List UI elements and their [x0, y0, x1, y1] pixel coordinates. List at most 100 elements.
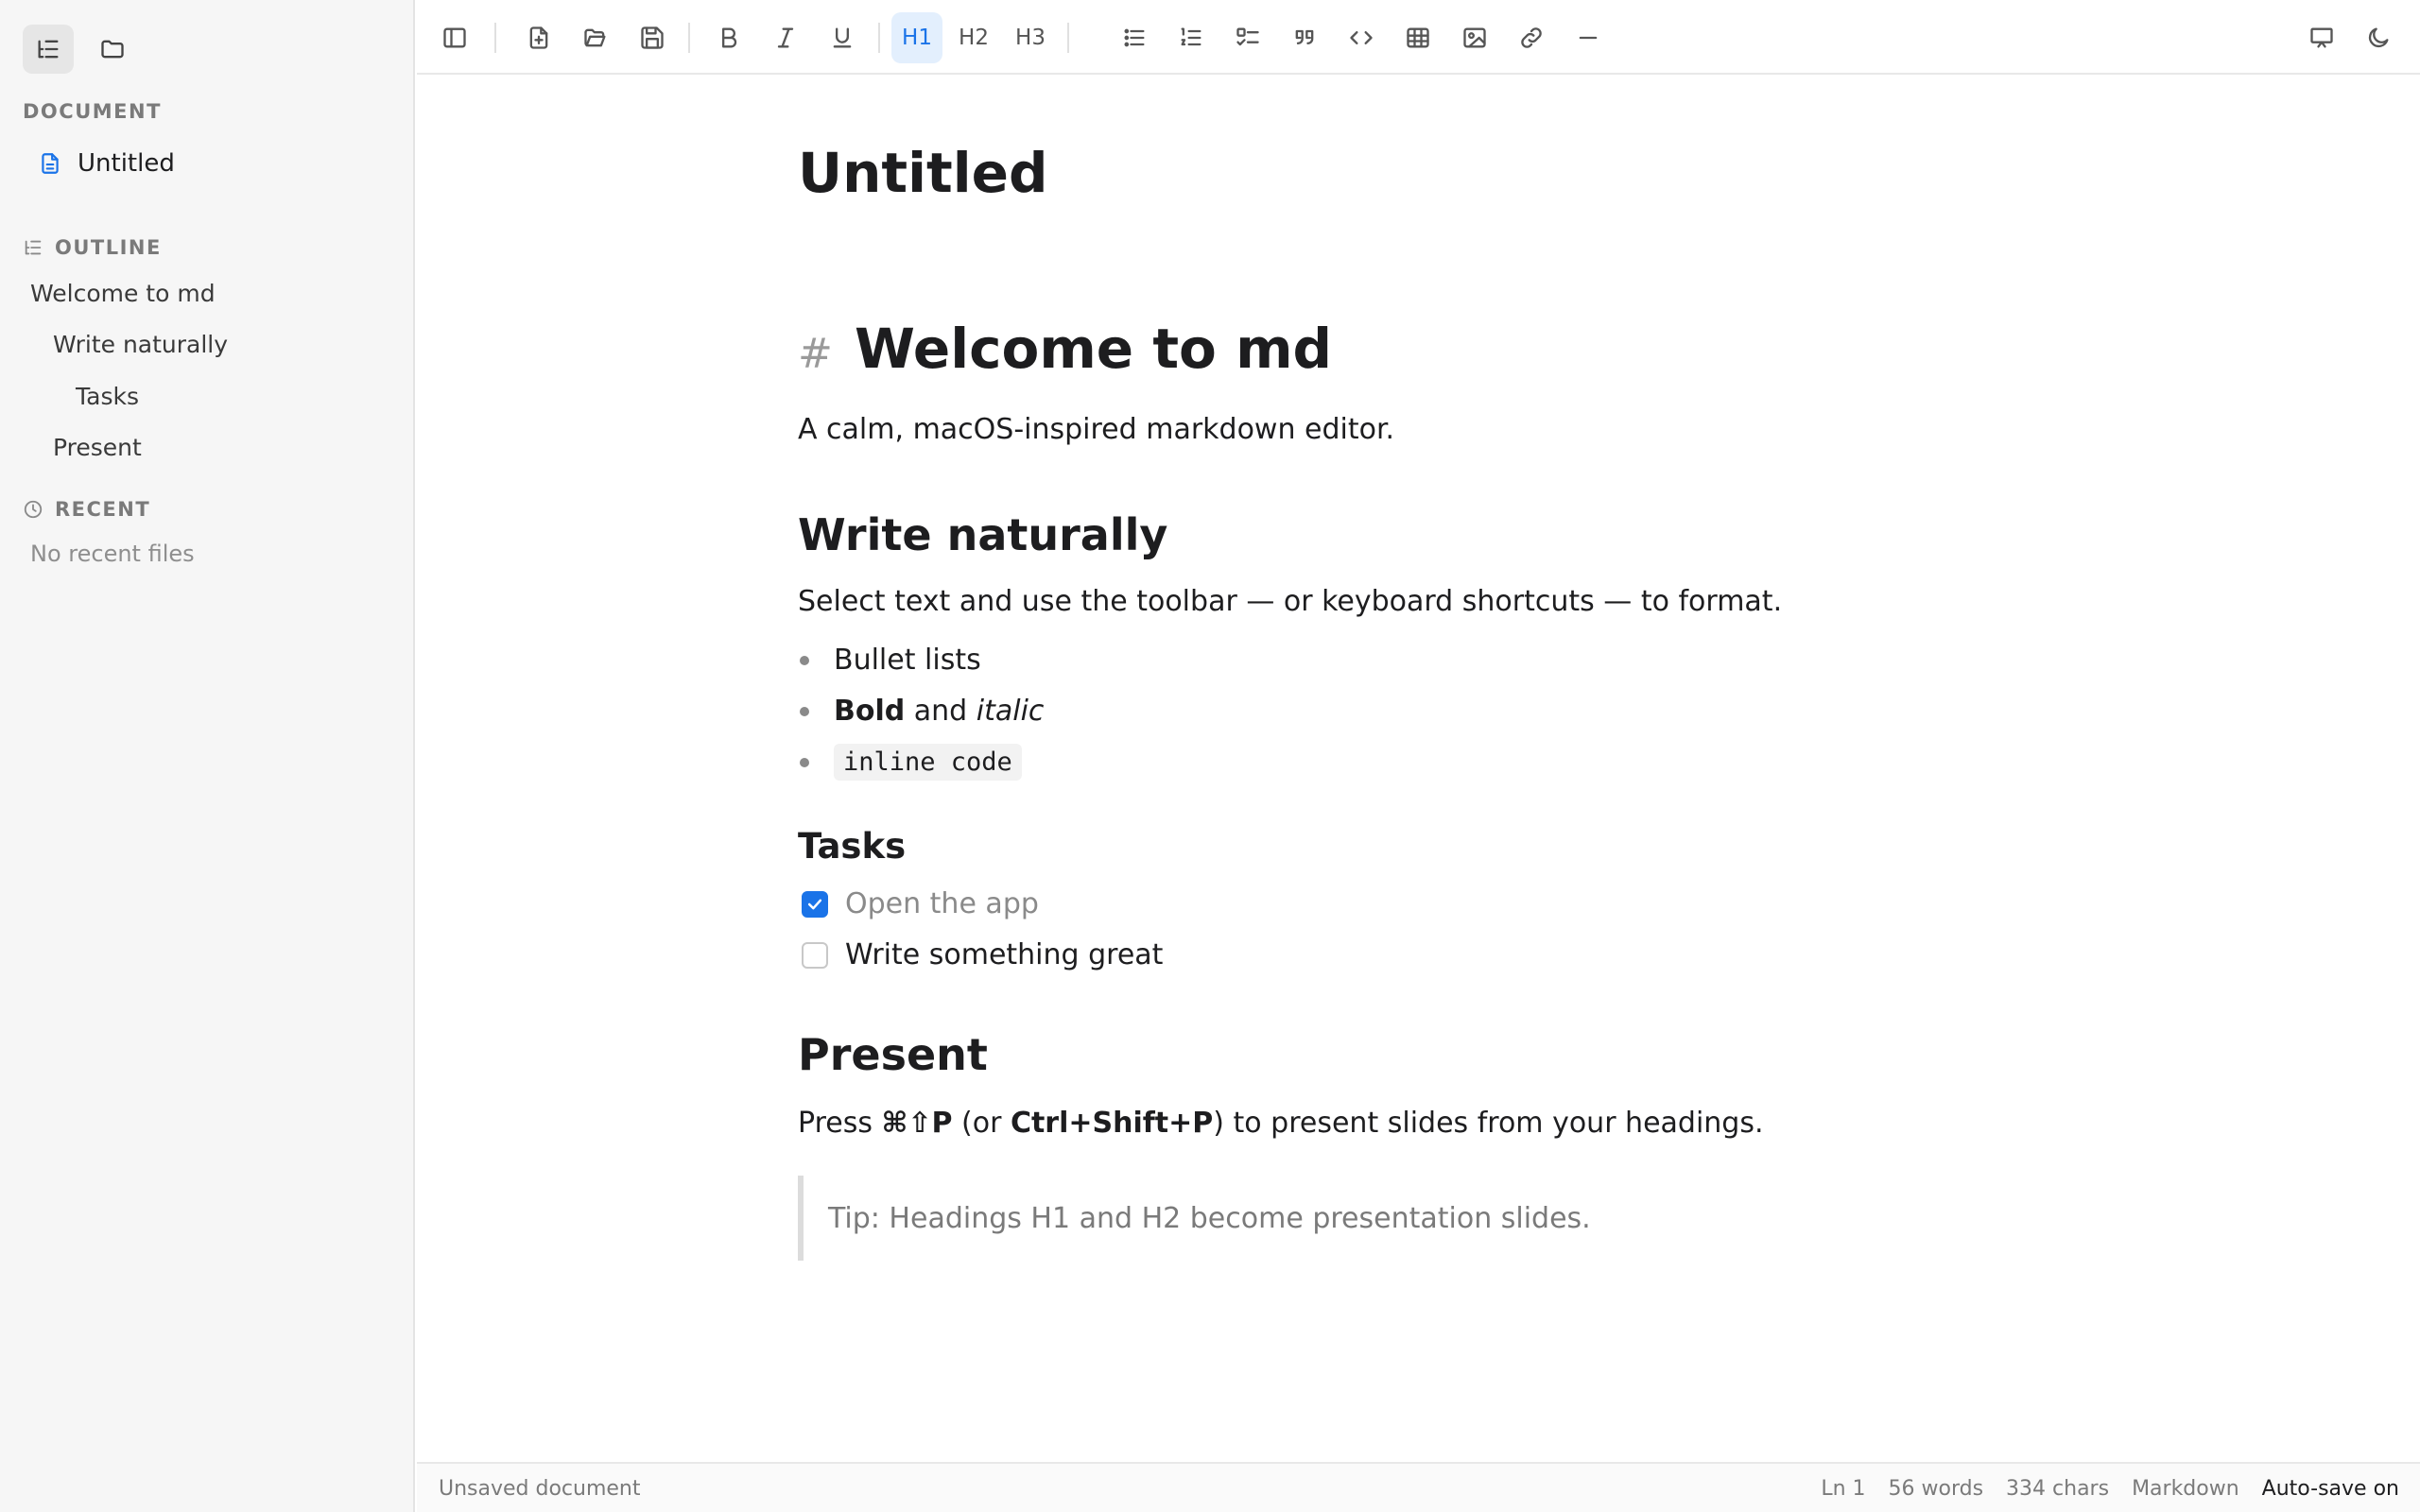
new-file-icon: [529, 26, 548, 49]
open-file-button[interactable]: [570, 12, 621, 63]
outline-item-write-naturally[interactable]: Write naturally: [53, 331, 228, 358]
intro-paragraph[interactable]: A calm, macOS-inspired markdown editor.: [798, 413, 1394, 446]
autosave-indicator[interactable]: Auto-save on: [2262, 1477, 2399, 1501]
document-icon: [42, 153, 59, 174]
heading-tasks[interactable]: Tasks: [798, 826, 906, 867]
table-icon: [1407, 27, 1429, 48]
write-paragraph[interactable]: Select text and use the toolbar — or key…: [798, 585, 1782, 618]
underline-button[interactable]: [817, 12, 868, 63]
bullet-dot: [800, 757, 809, 767]
heading-present[interactable]: Present: [798, 1029, 988, 1080]
outline-item-present[interactable]: Present: [53, 434, 142, 461]
mode-indicator[interactable]: Markdown: [2132, 1477, 2239, 1501]
outline-item-welcome[interactable]: Welcome to md: [30, 280, 216, 307]
outline-section-heading: OUTLINE: [23, 236, 162, 259]
bullet-dot: [800, 655, 809, 665]
bold-button[interactable]: [703, 12, 754, 63]
recent-empty-text: No recent files: [30, 541, 195, 567]
rest-text: ) to present slides from your headings.: [1213, 1107, 1764, 1140]
sidebar-tabs: [23, 25, 138, 74]
heading-3-button[interactable]: H3: [1005, 12, 1056, 63]
char-count: 334 chars: [2006, 1477, 2110, 1501]
numbered-list-button[interactable]: [1166, 12, 1217, 63]
italic-button[interactable]: [760, 12, 811, 63]
presentation-icon: [2310, 27, 2333, 48]
image-button[interactable]: [1449, 12, 1500, 63]
status-bar: Unsaved document Ln 1 56 words 334 chars…: [417, 1462, 2420, 1512]
task-checkbox-checked[interactable]: [802, 890, 828, 918]
toggle-sidebar-button[interactable]: [429, 12, 480, 63]
mac-shortcut: ⌘⇧P: [881, 1107, 953, 1140]
outline-small-icon: [25, 240, 42, 255]
folder-icon: [101, 40, 124, 59]
moon-icon: [2368, 27, 2389, 48]
heading-marker: #: [798, 330, 833, 378]
outline-item-tasks[interactable]: Tasks: [76, 383, 139, 410]
blockquote-button[interactable]: [1279, 12, 1330, 63]
folder-open-icon: [584, 28, 606, 47]
files-tab[interactable]: [87, 25, 138, 74]
clock-icon: [24, 500, 43, 519]
toolbar-divider: [494, 23, 496, 53]
underline-icon: [833, 27, 852, 48]
outline-tab[interactable]: [23, 25, 74, 74]
connector-text: and: [905, 695, 977, 728]
heading-3-label: H3: [1015, 26, 1046, 50]
heading-1-label: H1: [902, 26, 932, 50]
check-icon: [807, 899, 822, 909]
heading-2-button[interactable]: H2: [948, 12, 999, 63]
horizontal-rule-icon: [1579, 36, 1598, 40]
document-name: Untitled: [78, 149, 175, 178]
list-item[interactable]: inline code: [798, 744, 1022, 781]
task-list-icon: [1236, 27, 1259, 46]
italic-icon: [777, 27, 794, 48]
bold-text: Bold: [834, 695, 906, 728]
task-text: Write something great: [845, 938, 1164, 971]
theme-toggle-button[interactable]: [2353, 12, 2404, 63]
list-item[interactable]: Bold and italic: [798, 695, 1044, 728]
bold-icon: [722, 27, 737, 48]
press-text: Press: [798, 1107, 882, 1140]
numbered-list-icon: [1181, 27, 1201, 46]
document-item[interactable]: Untitled: [38, 149, 175, 178]
task-text: Open the app: [845, 887, 1039, 920]
toolbar: H1 H2 H3: [417, 0, 2420, 75]
link-button[interactable]: [1506, 12, 1557, 63]
document-section-heading: DOCUMENT: [23, 100, 162, 123]
present-button[interactable]: [2296, 12, 2347, 63]
heading-1-button[interactable]: H1: [891, 12, 942, 63]
document-heading-label: DOCUMENT: [23, 100, 162, 123]
status-metrics: Ln 1 56 words 334 chars Markdown Auto-sa…: [1821, 1477, 2399, 1501]
outline-icon: [38, 40, 59, 59]
save-button[interactable]: [627, 12, 678, 63]
present-paragraph[interactable]: Press ⌘⇧P (or Ctrl+Shift+P) to present s…: [798, 1107, 1764, 1140]
recent-heading-label: RECENT: [55, 498, 151, 521]
tip-text: Tip: Headings H1 and H2 become presentat…: [828, 1201, 1591, 1235]
task-list-button[interactable]: [1222, 12, 1273, 63]
image-icon: [1463, 27, 1486, 48]
word-count: 56 words: [1888, 1477, 1984, 1501]
sidebar: DOCUMENT Untitled OUTLINE Welcome to md …: [0, 0, 415, 1512]
toolbar-divider: [878, 23, 880, 53]
or-text: (or: [952, 1107, 1011, 1140]
heading-1[interactable]: # Welcome to md: [798, 317, 1332, 381]
list-item[interactable]: Bullet lists: [798, 644, 981, 677]
blockquote[interactable]: Tip: Headings H1 and H2 become presentat…: [798, 1176, 1649, 1261]
document-title[interactable]: Untitled: [798, 141, 1047, 205]
bullet-list-icon: [1124, 28, 1145, 47]
link-icon: [1521, 27, 1542, 48]
task-item[interactable]: Open the app: [802, 887, 1039, 920]
heading-write-naturally[interactable]: Write naturally: [798, 509, 1167, 560]
heading-2-label: H2: [959, 26, 989, 50]
outline-heading-label: OUTLINE: [55, 236, 162, 259]
table-button[interactable]: [1392, 12, 1443, 63]
save-icon: [641, 26, 664, 49]
task-item[interactable]: Write something great: [802, 938, 1163, 971]
new-file-button[interactable]: [513, 12, 564, 63]
task-checkbox[interactable]: [802, 941, 828, 969]
horizontal-rule-button[interactable]: [1563, 12, 1614, 63]
bullet-list-button[interactable]: [1109, 12, 1160, 63]
code-icon: [1350, 31, 1373, 44]
code-button[interactable]: [1336, 12, 1387, 63]
inline-code: inline code: [834, 744, 1022, 781]
